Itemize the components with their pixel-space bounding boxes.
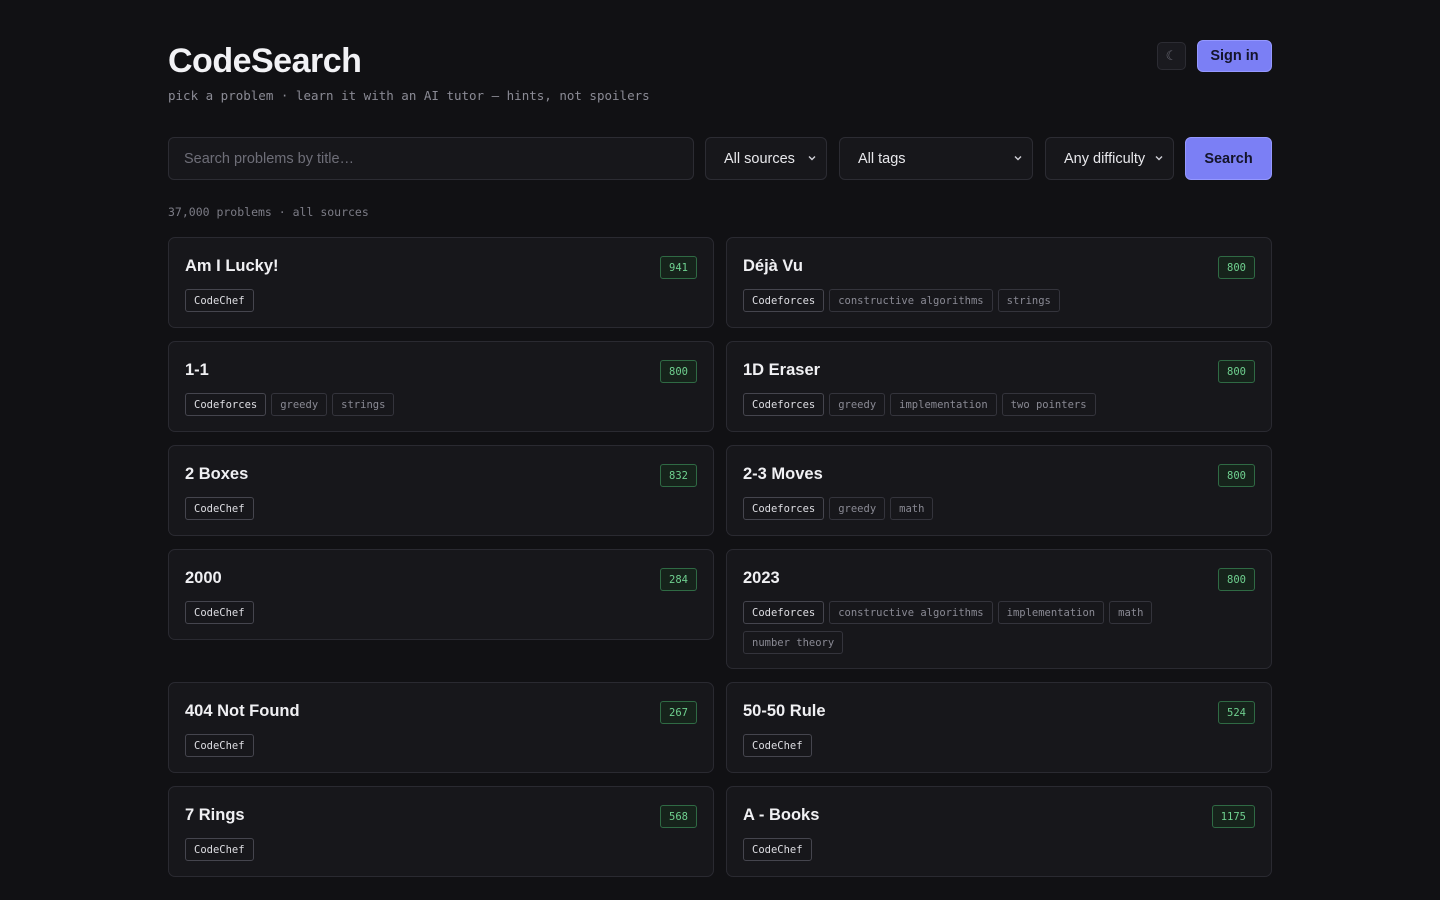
topic-tag[interactable]: constructive algorithms xyxy=(829,601,993,624)
source-tag[interactable]: CodeChef xyxy=(743,734,812,757)
source-tag[interactable]: Codeforces xyxy=(185,393,267,416)
topic-tag[interactable]: number theory xyxy=(743,631,844,654)
tagline: pick a problem · learn it with an AI tut… xyxy=(168,88,650,103)
tag-list: CodeChef xyxy=(743,838,1243,861)
problem-card[interactable]: 1-1 800 Codeforces greedy strings xyxy=(168,341,714,432)
tag-list: CodeChef xyxy=(185,289,685,312)
topic-tag[interactable]: strings xyxy=(997,289,1060,312)
moon-icon: ☾ xyxy=(1165,48,1178,63)
difficulty-rating-badge: 568 xyxy=(660,805,697,828)
topic-tag[interactable]: greedy xyxy=(829,497,886,520)
chevron-down-icon xyxy=(1155,156,1163,161)
problem-title: 2023 xyxy=(743,569,780,587)
problem-card[interactable]: Am I Lucky! 941 CodeChef xyxy=(168,237,714,328)
search-controls: All sources All tags Any difficulty Sear… xyxy=(168,137,1272,180)
tag-list: CodeChef xyxy=(743,734,1243,757)
difficulty-rating-badge: 800 xyxy=(1218,360,1255,383)
difficulty-rating-badge: 941 xyxy=(660,256,697,279)
topic-tag[interactable]: greedy xyxy=(271,393,328,416)
theme-toggle-button[interactable]: ☾ xyxy=(1157,42,1186,70)
problem-title: 2 Boxes xyxy=(185,465,249,483)
tags-select[interactable]: All tags xyxy=(839,137,1033,180)
problem-card[interactable]: 50-50 Rule 524 CodeChef xyxy=(726,682,1272,773)
problem-title: 2-3 Moves xyxy=(743,465,823,483)
chevron-down-icon xyxy=(808,156,816,161)
difficulty-rating-badge: 267 xyxy=(660,701,697,724)
topic-tag[interactable]: constructive algorithms xyxy=(829,289,993,312)
problem-card[interactable]: 2023 800 Codeforces constructive algorithms… xyxy=(726,549,1272,669)
problem-title: 1D Eraser xyxy=(743,361,821,379)
header: CodeSearch pick a problem · learn it wit… xyxy=(168,0,1272,137)
tag-list: CodeChef xyxy=(185,497,685,520)
tag-list: CodeChef xyxy=(185,601,685,624)
problem-card[interactable]: 7 Rings 568 CodeChef xyxy=(168,786,714,877)
problem-title: Am I Lucky! xyxy=(185,257,279,275)
problem-title: 50-50 Rule xyxy=(743,702,826,720)
difficulty-rating-badge: 832 xyxy=(660,464,697,487)
topic-tag[interactable]: implementation xyxy=(890,393,997,416)
difficulty-rating-badge: 800 xyxy=(1218,568,1255,591)
tag-list: CodeChef xyxy=(185,734,685,757)
problem-card[interactable]: 2000 284 CodeChef xyxy=(168,549,714,640)
app-title[interactable]: CodeSearch xyxy=(168,42,362,81)
page: CodeSearch pick a problem · learn it wit… xyxy=(168,0,1272,877)
topic-tag[interactable]: implementation xyxy=(997,601,1105,624)
chevron-down-icon xyxy=(1014,156,1022,161)
source-tag[interactable]: Codeforces xyxy=(743,289,825,312)
source-tag[interactable]: CodeChef xyxy=(185,601,254,624)
source-select-value: All sources xyxy=(724,150,795,167)
difficulty-select[interactable]: Any difficulty xyxy=(1045,137,1174,180)
sign-in-button[interactable]: Sign in xyxy=(1197,40,1272,72)
tag-list: Codeforces greedy math xyxy=(743,497,1243,520)
problem-card[interactable]: 2-3 Moves 800 Codeforces greedy math xyxy=(726,445,1272,536)
topic-tag[interactable]: greedy xyxy=(829,393,886,416)
tag-list: Codeforces constructive algorithms impleme… xyxy=(743,601,1243,654)
source-tag[interactable]: CodeChef xyxy=(185,497,254,520)
difficulty-rating-badge: 524 xyxy=(1218,701,1255,724)
source-tag[interactable]: CodeChef xyxy=(185,838,254,861)
source-select[interactable]: All sources xyxy=(705,137,827,180)
problem-title: 2000 xyxy=(185,569,222,587)
problem-card[interactable]: 1D Eraser 800 Codeforces greedy implementati… xyxy=(726,341,1272,432)
search-input[interactable] xyxy=(168,137,694,180)
problem-card[interactable]: 2 Boxes 832 CodeChef xyxy=(168,445,714,536)
topic-tag[interactable]: strings xyxy=(332,393,395,416)
problem-card[interactable]: 404 Not Found 267 CodeChef xyxy=(168,682,714,773)
tag-list: CodeChef xyxy=(185,838,685,861)
source-tag[interactable]: Codeforces xyxy=(743,601,825,624)
tag-list: Codeforces constructive algorithms strings xyxy=(743,289,1243,312)
tags-select-value: All tags xyxy=(858,150,906,167)
difficulty-select-value: Any difficulty xyxy=(1064,150,1146,167)
source-tag[interactable]: Codeforces xyxy=(743,393,825,416)
topic-tag[interactable]: math xyxy=(890,497,934,520)
source-tag[interactable]: CodeChef xyxy=(185,289,254,312)
source-tag[interactable]: Codeforces xyxy=(743,497,825,520)
topic-tag[interactable]: two pointers xyxy=(1001,393,1096,416)
difficulty-rating-badge: 800 xyxy=(1218,256,1255,279)
topic-tag[interactable]: math xyxy=(1109,601,1153,624)
problem-title: 1-1 xyxy=(185,361,209,379)
source-tag[interactable]: CodeChef xyxy=(743,838,812,861)
problem-title: 7 Rings xyxy=(185,806,245,824)
problem-title: 404 Not Found xyxy=(185,702,300,720)
difficulty-rating-badge: 1175 xyxy=(1211,805,1255,828)
problem-title: A - Books xyxy=(743,806,820,824)
tag-list: Codeforces greedy implementation two pointe… xyxy=(743,393,1243,416)
difficulty-rating-badge: 800 xyxy=(660,360,697,383)
problem-card[interactable]: Déjà Vu 800 Codeforces constructive algorit… xyxy=(726,237,1272,328)
difficulty-rating-badge: 800 xyxy=(1218,464,1255,487)
search-button[interactable]: Search xyxy=(1185,137,1272,180)
problem-title: Déjà Vu xyxy=(743,257,803,275)
source-tag[interactable]: CodeChef xyxy=(185,734,254,757)
tag-list: Codeforces greedy strings xyxy=(185,393,685,416)
problem-card[interactable]: A - Books 1175 CodeChef xyxy=(726,786,1272,877)
results-count: 37,000 problems · all sources xyxy=(168,205,369,219)
difficulty-rating-badge: 284 xyxy=(660,568,697,591)
